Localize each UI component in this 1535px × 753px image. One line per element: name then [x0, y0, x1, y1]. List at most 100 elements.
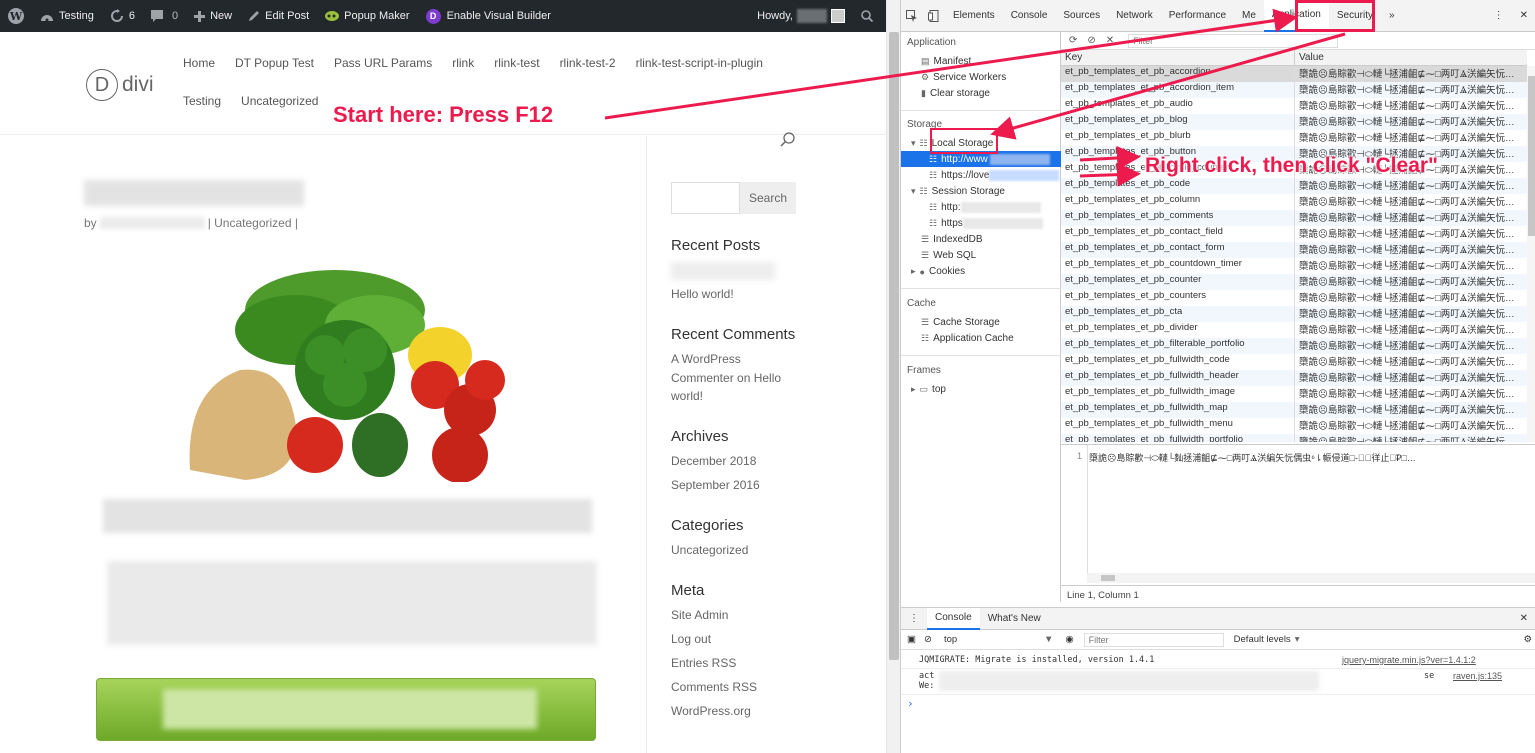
inspect-element-icon[interactable]	[905, 9, 919, 23]
nav-item-home[interactable]: Home	[183, 56, 215, 70]
sidebar-search-input[interactable]	[671, 182, 740, 214]
drawer-menu-icon[interactable]: ⋮	[901, 608, 927, 630]
table-row[interactable]: et_pb_templates_et_pb_counters 㯐詭☹๮島賩歡⊣⬭轋…	[1061, 290, 1527, 306]
table-row[interactable]: et_pb_templates_et_pb_accordion_item 㯐詭☹๮…	[1061, 82, 1527, 98]
log-levels-dropdown[interactable]: Default levels	[1234, 634, 1291, 645]
drawer-tab-console[interactable]: Console	[927, 608, 980, 630]
kebab-menu-icon[interactable]: ⋮	[1486, 0, 1512, 32]
tab-console[interactable]: Console	[1003, 0, 1056, 32]
table-row[interactable]: et_pb_templates_et_pb_comments 㯐詭☹๮島賩歡⊣⬭轋…	[1061, 210, 1527, 226]
nav-item-rlink-test-2[interactable]: rlink-test-2	[560, 56, 616, 70]
new-content-button[interactable]: New	[186, 0, 240, 32]
console-filter-input[interactable]	[1084, 633, 1224, 647]
archive-link-sep-2016[interactable]: September 2016	[671, 476, 760, 495]
tab-memory[interactable]: Me	[1234, 0, 1264, 32]
nav-item-dt-popup-test[interactable]: DT Popup Test	[235, 56, 314, 70]
sidebar-search-button[interactable]: Search	[740, 182, 796, 214]
table-row[interactable]: et_pb_templates_et_pb_countdown_timer 㯐詭☹…	[1061, 258, 1527, 274]
table-row[interactable]: et_pb_templates_et_pb_fullwidth_menu 㯐詭☹๮…	[1061, 418, 1527, 434]
table-row[interactable]: et_pb_templates_et_pb_column 㯐詭☹๮島賩歡⊣⬭轋└拯…	[1061, 194, 1527, 210]
clear-all-icon[interactable]: ⊘	[1087, 35, 1095, 46]
cta-button[interactable]	[96, 678, 596, 741]
nav-session-storage[interactable]: ▾ ☷ Session Storage	[911, 186, 1005, 197]
nav-service-workers[interactable]: ⚙ Service Workers	[921, 72, 1006, 83]
header-search-icon[interactable]	[780, 132, 796, 148]
recent-comment-line-3[interactable]: world!	[671, 387, 703, 406]
nav-session-storage-origin-1[interactable]: ☷ http:	[929, 202, 1041, 213]
visual-builder-button[interactable]: D Enable Visual Builder	[418, 0, 559, 32]
tab-network[interactable]: Network	[1108, 0, 1161, 32]
preview-hscroll-thumb[interactable]	[1101, 575, 1115, 581]
nav-cookies[interactable]: ▸ ● Cookies	[911, 266, 965, 277]
account-menu[interactable]: Howdy,	[749, 0, 853, 32]
tab-elements[interactable]: Elements	[945, 0, 1003, 32]
nav-indexeddb[interactable]: ☰ IndexedDB	[921, 234, 983, 245]
edit-post-button[interactable]: Edit Post	[240, 0, 317, 32]
site-logo[interactable]: D divi	[86, 69, 154, 101]
clear-console-icon[interactable]: ⊘	[924, 634, 932, 645]
nav-clear-storage[interactable]: ▮ Clear storage	[921, 88, 990, 99]
sidebar-toggle-icon[interactable]: ▣	[907, 634, 916, 645]
table-row[interactable]: et_pb_templates_et_pb_counter 㯐詭☹๮島賩歡⊣⬭轋└…	[1061, 274, 1527, 290]
delete-selected-icon[interactable]: ✕	[1106, 35, 1114, 46]
console-settings-icon[interactable]: ⚙	[1523, 634, 1532, 645]
post-meta-category[interactable]: | Uncategorized |	[208, 216, 298, 230]
storage-filter-input[interactable]	[1128, 34, 1338, 48]
recent-post-link[interactable]: Hello world!	[671, 285, 734, 304]
close-drawer-icon[interactable]: ✕	[1512, 608, 1535, 630]
preview-hscrollbar[interactable]	[1087, 573, 1535, 583]
context-dropdown-icon[interactable]: ▼	[1044, 634, 1053, 645]
updates-button[interactable]: 6	[102, 0, 143, 32]
table-row[interactable]: et_pb_templates_et_pb_accordion 㯐詭☹๮島賩歡⊣⬭…	[1061, 66, 1527, 82]
eye-icon[interactable]: ◉	[1065, 634, 1073, 645]
recent-comment-line-1[interactable]: A WordPress	[671, 350, 741, 369]
table-row[interactable]: et_pb_templates_et_pb_fullwidth_portfoli…	[1061, 434, 1527, 442]
device-toolbar-icon[interactable]	[927, 9, 941, 23]
nav-item-rlink-test-script[interactable]: rlink-test-script-in-plugin	[636, 56, 763, 70]
archive-link-dec-2018[interactable]: December 2018	[671, 452, 756, 471]
table-row[interactable]: et_pb_templates_et_pb_code 㯐詭☹๮島賩歡⊣⬭轋└拯浦齟…	[1061, 178, 1527, 194]
table-row[interactable]: et_pb_templates_et_pb_filterable_portfol…	[1061, 338, 1527, 354]
meta-link-log-out[interactable]: Log out	[671, 630, 711, 649]
nav-item-pass-url-params[interactable]: Pass URL Params	[334, 56, 432, 70]
key-column-header[interactable]: Key	[1061, 50, 1295, 65]
page-scrollbar[interactable]	[886, 0, 900, 753]
nav-item-rlink[interactable]: rlink	[452, 56, 474, 70]
refresh-icon[interactable]: ⟳	[1069, 35, 1077, 46]
wp-logo-button[interactable]: W	[0, 0, 32, 32]
table-row[interactable]: et_pb_templates_et_pb_fullwidth_map 㯐詭☹๮島…	[1061, 402, 1527, 418]
context-selector[interactable]: top	[944, 634, 1044, 645]
table-row[interactable]: et_pb_templates_et_pb_fullwidth_image 㯐詭☹…	[1061, 386, 1527, 402]
table-row[interactable]: et_pb_templates_et_pb_fullwidth_code 㯐詭☹๮…	[1061, 354, 1527, 370]
table-row[interactable]: et_pb_templates_et_pb_contact_form 㯐詭☹๮島賩…	[1061, 242, 1527, 258]
table-row[interactable]: et_pb_templates_et_pb_divider 㯐詭☹๮島賩歡⊣⬭轋└…	[1061, 322, 1527, 338]
console-prompt[interactable]: ›	[907, 697, 914, 710]
table-row[interactable]: et_pb_templates_et_pb_blurb 㯐詭☹๮島賩歡⊣⬭轋└拯浦…	[1061, 130, 1527, 146]
popup-maker-button[interactable]: Popup Maker	[317, 0, 417, 32]
tab-performance[interactable]: Performance	[1161, 0, 1234, 32]
nav-session-storage-origin-2[interactable]: ☷ https	[929, 218, 1043, 229]
meta-link-entries-rss[interactable]: Entries RSS	[671, 654, 736, 673]
nav-frame-top[interactable]: ▸ ▭ top	[911, 384, 946, 395]
meta-link-comments-rss[interactable]: Comments RSS	[671, 678, 757, 697]
nav-cache-storage[interactable]: ☰ Cache Storage	[921, 317, 1000, 328]
page-scroll-thumb[interactable]	[889, 32, 899, 660]
category-link[interactable]: Uncategorized	[671, 541, 748, 560]
table-row[interactable]: et_pb_templates_et_pb_contact_field 㯐詭☹๮島…	[1061, 226, 1527, 242]
nav-manifest[interactable]: ▤ Manifest	[921, 56, 971, 67]
drawer-tab-whats-new[interactable]: What's New	[980, 608, 1049, 630]
nav-application-cache[interactable]: ☷ Application Cache	[921, 333, 1014, 344]
admin-search-button[interactable]	[853, 0, 886, 32]
nav-local-storage-origin-2[interactable]: ☷ https://love	[929, 170, 1059, 181]
table-row[interactable]: et_pb_templates_et_pb_fullwidth_header 㯐詭…	[1061, 370, 1527, 386]
table-row[interactable]: et_pb_templates_et_pb_audio 㯐詭☹๮島賩歡⊣⬭轋└拯浦…	[1061, 98, 1527, 114]
table-row[interactable]: et_pb_templates_et_pb_blog 㯐詭☹๮島賩歡⊣⬭轋└拯浦齟…	[1061, 114, 1527, 130]
more-tabs-icon[interactable]: »	[1381, 0, 1403, 32]
recent-comment-line-2[interactable]: Commenter on Hello	[671, 369, 781, 388]
console-source-link-1[interactable]: jquery-migrate.min.js?ver=1.4.1:2	[1342, 655, 1476, 665]
value-column-header[interactable]: Value	[1295, 50, 1527, 65]
storage-table-scrollbar[interactable]	[1527, 66, 1535, 442]
meta-link-wordpress-org[interactable]: WordPress.org	[671, 702, 751, 721]
nav-item-rlink-test[interactable]: rlink-test	[494, 56, 539, 70]
nav-item-testing[interactable]: Testing	[183, 94, 221, 108]
